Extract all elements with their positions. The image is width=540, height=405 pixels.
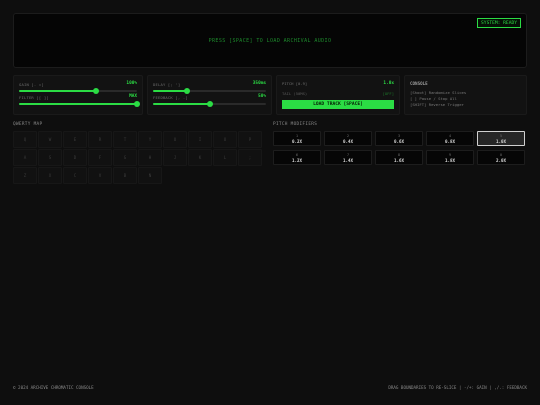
pitch-modifier-button[interactable]: 1 0.2X — [273, 131, 321, 146]
qwerty-key[interactable]: V — [88, 167, 112, 184]
feedback-value: 50% — [258, 94, 266, 99]
gain-label: GAIN [- =] — [19, 82, 44, 87]
console-line: [ ] Pause / Stop All — [410, 96, 457, 101]
tail-label: TAIL (50MS) — [282, 91, 308, 96]
qwerty-key[interactable]: W — [38, 131, 62, 148]
pitch-modifier-key: 0 — [499, 152, 503, 157]
console-line: [Shoot] Randomize Slices — [410, 90, 467, 95]
pitch-modifier-value: 0.2X — [291, 139, 303, 144]
pitch-modifier-value: 1.2X — [291, 158, 303, 163]
pitch-modifiers-title: PITCH MODIFIERS — [273, 122, 318, 127]
feedback-control: FEEDBACK [, .] 50% — [153, 94, 266, 112]
waveform-display[interactable]: PRESS [SPACE] TO LOAD ARCHIVAL AUDIO SYS… — [13, 13, 527, 68]
pitch-modifier-key: 9 — [448, 152, 452, 157]
pitch-modifier-value: 1.4X — [342, 158, 354, 163]
pitch-modifier-value: 2.0X — [495, 158, 507, 163]
footer-hints: DRAG BOUNDARIES TO RE-SLICE | -/+: GAIN … — [388, 385, 527, 390]
qwerty-key[interactable]: ; — [238, 149, 262, 166]
qwerty-key[interactable]: B — [113, 167, 137, 184]
tail-toggle[interactable]: [OFF] — [383, 91, 394, 96]
pitch-modifier-key: 5 — [499, 133, 503, 138]
pitch-modifier-button[interactable]: 2 0.4X — [324, 131, 372, 146]
qwerty-key[interactable]: L — [213, 149, 237, 166]
pitch-value: 1.0x — [383, 81, 394, 86]
pitch-modifier-button[interactable]: 5 1.0X — [477, 131, 525, 146]
delay-slider[interactable] — [153, 88, 266, 94]
qwerty-key[interactable]: Z — [13, 167, 37, 184]
pitch-modifier-button[interactable]: 8 1.6X — [375, 150, 423, 165]
filter-label: FILTER [[ ]] — [19, 95, 49, 100]
qwerty-key[interactable]: T — [113, 131, 137, 148]
pitch-modifier-key: 7 — [346, 152, 350, 157]
qwerty-key[interactable]: K — [188, 149, 212, 166]
pitch-modifier-key: 4 — [448, 133, 452, 138]
feedback-label: FEEDBACK [, .] — [153, 95, 188, 100]
delay-value: 350ms — [252, 81, 266, 86]
qwerty-key[interactable]: D — [63, 149, 87, 166]
pitch-modifier-button[interactable]: 3 0.6X — [375, 131, 423, 146]
pitch-modifier-key: 6 — [295, 152, 299, 157]
feedback-slider[interactable] — [153, 101, 266, 107]
gain-filter-panel: GAIN [- =] 100% FILTER [[ ]] MAX — [13, 75, 143, 115]
qwerty-key[interactable]: P — [238, 131, 262, 148]
qwerty-key[interactable]: Y — [138, 131, 162, 148]
pitch-modifier-value: 0.6X — [393, 139, 405, 144]
pitch-modifier-value: 0.4X — [342, 139, 354, 144]
pitch-panel: PITCH [0-9] 1.0x TAIL (50MS) [OFF] LOAD … — [276, 75, 400, 115]
qwerty-key[interactable]: A — [13, 149, 37, 166]
console-panel: CONSOLE [Shoot] Randomize Slices [ ] Pau… — [404, 75, 527, 115]
pitch-modifier-value: 1.0X — [495, 139, 507, 144]
pitch-modifier-key: 8 — [397, 152, 401, 157]
delay-label: DELAY [; '] — [153, 82, 181, 87]
load-prompt: PRESS [SPACE] TO LOAD ARCHIVAL AUDIO — [208, 38, 332, 44]
gain-slider[interactable] — [19, 88, 137, 94]
pitch-modifier-key: 1 — [295, 133, 299, 138]
filter-slider-handle[interactable] — [134, 101, 140, 107]
qwerty-map-title: QWERTY MAP — [13, 122, 43, 127]
gain-value: 100% — [126, 81, 137, 86]
pitch-modifier-key: 2 — [346, 133, 350, 138]
filter-control: FILTER [[ ]] MAX — [19, 94, 140, 112]
footer-copyright: © 2024 ARCHIVE CHROMATIC CONSOLE — [13, 385, 94, 390]
console-title: CONSOLE — [410, 81, 428, 86]
qwerty-key[interactable]: S — [38, 149, 62, 166]
pitch-modifier-value: 1.6X — [393, 158, 405, 163]
pitch-label: PITCH [0-9] — [282, 81, 308, 86]
pitch-modifier-value: 1.8X — [444, 158, 456, 163]
qwerty-key[interactable]: H — [138, 149, 162, 166]
pitch-modifier-button[interactable]: 4 0.8X — [426, 131, 474, 146]
qwerty-key[interactable]: O — [213, 131, 237, 148]
qwerty-key[interactable]: U — [163, 131, 187, 148]
delay-feedback-panel: DELAY [; '] 350ms FEEDBACK [, .] 50% — [147, 75, 272, 115]
qwerty-key[interactable]: J — [163, 149, 187, 166]
qwerty-key[interactable]: N — [138, 167, 162, 184]
qwerty-key[interactable]: R — [88, 131, 112, 148]
qwerty-key[interactable]: C — [63, 167, 87, 184]
qwerty-key[interactable]: I — [188, 131, 212, 148]
qwerty-key[interactable]: Q — [13, 131, 37, 148]
qwerty-key[interactable]: G — [113, 149, 137, 166]
pitch-modifier-button[interactable]: 0 2.0X — [477, 150, 525, 165]
pitch-modifier-key: 3 — [397, 133, 401, 138]
status-badge: SYSTEM: READY — [477, 18, 521, 28]
qwerty-key[interactable]: F — [88, 149, 112, 166]
filter-value: MAX — [129, 94, 137, 99]
pitch-modifier-value: 0.8X — [444, 139, 456, 144]
console-line: [SHIFT] Reverse Trigger — [410, 102, 464, 107]
feedback-slider-handle[interactable] — [206, 101, 213, 107]
load-track-button[interactable]: LOAD TRACK [SPACE] — [282, 100, 394, 109]
pitch-modifier-button[interactable]: 6 1.2X — [273, 150, 321, 165]
pitch-modifier-button[interactable]: 9 1.8X — [426, 150, 474, 165]
qwerty-key[interactable]: X — [38, 167, 62, 184]
filter-slider[interactable] — [19, 101, 140, 107]
pitch-modifier-button[interactable]: 7 1.4X — [324, 150, 372, 165]
qwerty-key[interactable]: E — [63, 131, 87, 148]
